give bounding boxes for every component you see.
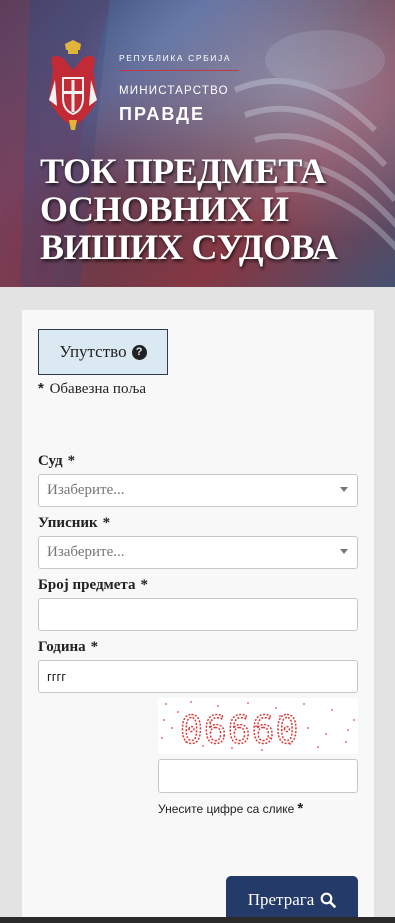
search-form-panel: Упутство ? * Обавезна поља Суд * Изаберит… [22,310,374,923]
coat-of-arms-logo [49,40,97,130]
case-number-label-text: Број предмета [38,577,136,593]
court-label-text: Суд [38,453,63,469]
captcha-required-star: * [297,800,304,817]
republic-label: РЕПУБЛИКА СРБИЈА [119,53,232,63]
captcha-image: 06660 [158,698,358,754]
year-input[interactable]: гггг [38,660,358,693]
captcha-hint-text: Унесите цифре са слике [158,802,295,816]
year-required-star: * [90,639,99,655]
registry-select[interactable]: Изаберите... [38,536,358,569]
case-number-input[interactable] [38,598,358,631]
case-number-required-star: * [140,577,148,593]
case-number-label: Број предмета * [38,577,148,594]
registry-select-value: Изаберите... [47,544,125,560]
bottom-bar [0,917,395,923]
ministry-label: МИНИСТАРСТВО [119,85,229,97]
required-note-text: Обавезна поља [49,381,147,397]
year-label-text: Година [38,639,86,655]
caret-down-icon [340,549,348,554]
page-title-line-3: ВИШИХ СУДОВА [40,227,338,267]
year-label: Година * [38,639,98,656]
captcha-input[interactable] [158,759,358,793]
court-label: Суд * [38,453,75,470]
search-button[interactable]: Претрага [226,876,358,923]
caret-down-icon [340,487,348,492]
registry-label-text: Уписник [38,515,98,531]
required-star: * [38,380,44,397]
page-title: ТОК ПРЕДМЕТА ОСНОВНИХ И ВИШИХ СУДОВА [40,152,360,266]
page-title-line-1: ТОК ПРЕДМЕТА [40,151,326,191]
magnifier-icon [320,892,337,908]
court-required-star: * [67,453,76,469]
question-circle-icon: ? [131,344,147,360]
help-button-label: Упутство [59,342,127,361]
captcha-hint: Унесите цифре са слике * [158,800,303,817]
search-button-label: Претрага [247,889,315,909]
site-header: РЕПУБЛИКА СРБИЈА МИНИСТАРСТВО ПРАВДЕ ТОК… [0,0,395,287]
registry-label: Уписник * [38,515,110,532]
help-button[interactable]: Упутство ? [38,329,168,375]
captcha-text: 06660 [180,708,299,752]
ministry-name: ПРАВДЕ [119,104,205,124]
required-fields-note: * Обавезна поља [38,380,146,398]
registry-required-star: * [102,515,111,531]
court-select-value: Изаберите... [47,482,125,498]
year-input-value: гггг [47,669,66,684]
court-select[interactable]: Изаберите... [38,474,358,507]
header-divider [119,70,239,71]
page-title-line-2: ОСНОВНИХ И [40,189,289,229]
